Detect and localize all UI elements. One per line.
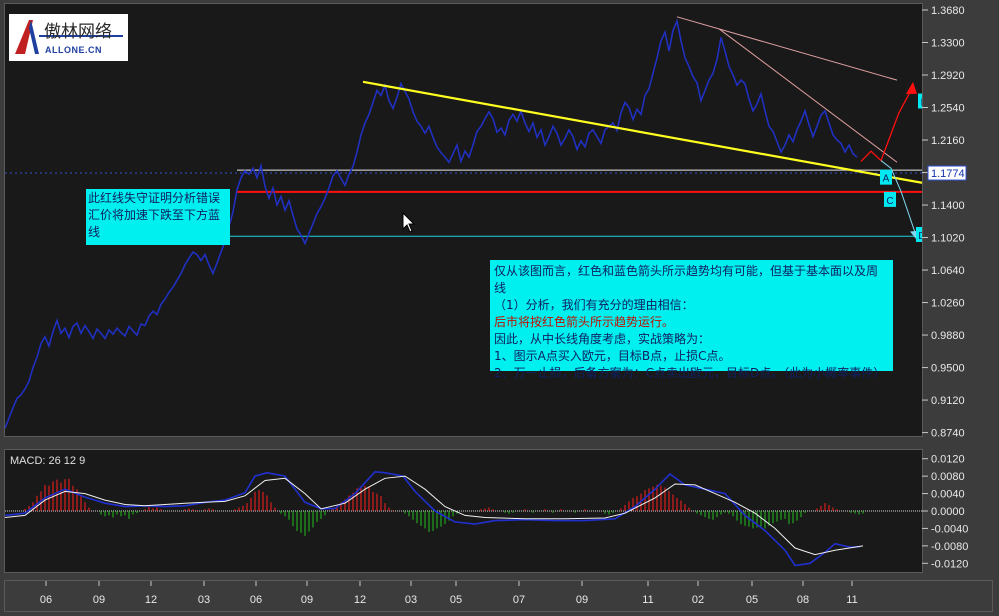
price-tick-label: 1.0640 <box>931 265 965 277</box>
macd-panel: MACD: 26 12 9 <box>4 449 923 573</box>
annotation-left-line-3: 线 <box>88 225 101 239</box>
allone-logo: 傲林网络 ALLONE.CN <box>9 14 128 61</box>
point-label-c: C <box>886 196 893 207</box>
logo-domain: ALLONE.CN <box>45 45 102 55</box>
time-tick-label: 06 <box>250 594 262 606</box>
time-tick-label: 03 <box>405 594 417 606</box>
current-price-label: 1.1774 <box>931 168 965 180</box>
annotation-left: 此红线失守证明分析错误 汇价将加速下跌至下方蓝 线 <box>86 189 230 245</box>
price-tick-label: 0.9500 <box>931 363 965 375</box>
macd-tick-label: 0.0120 <box>931 454 965 466</box>
price-tick-label: 1.3300 <box>931 37 965 49</box>
point-label-a: A <box>883 174 890 185</box>
yellow-trendline <box>362 80 922 184</box>
mouse-cursor-icon <box>402 212 416 233</box>
price-tick-label: 1.2920 <box>931 70 965 82</box>
price-tick-label: 1.1400 <box>931 200 965 212</box>
macd-tick-label: 0.0000 <box>931 506 965 518</box>
time-tick-label: 09 <box>301 594 313 606</box>
time-tick-label: 05 <box>450 594 462 606</box>
macd-tick-label: -0.0120 <box>931 558 968 570</box>
strategy-line-1: 仅从该图而言，红色和蓝色箭头所示趋势均有可能，但基于基本面以及周线 <box>494 264 879 295</box>
macd-tick-label: -0.0040 <box>931 523 968 535</box>
resistance-trendline <box>676 16 898 81</box>
price-y-axis: 1.36801.33001.29201.25401.21601.17801.14… <box>922 3 999 440</box>
price-tick-label: 0.8740 <box>931 428 965 437</box>
time-tick-label: 08 <box>797 594 809 606</box>
upper-trendline <box>718 28 898 163</box>
price-tick-label: 1.2160 <box>931 135 965 147</box>
annotation-left-line-1: 此红线失守证明分析错误 <box>88 191 221 205</box>
price-tick-label: 0.9880 <box>931 330 965 342</box>
strategy-line-5: 1、图示A点买入欧元，目标B点，止损C点。 <box>494 349 731 363</box>
macd-title: MACD: 26 12 9 <box>10 455 86 467</box>
strategy-line-6: 2、万一止损，后备方案为：C点卖出欧元，目标D点。（此为小概率事件） <box>494 366 886 380</box>
macd-y-axis: 0.0120 0.0080 0.0040 0.0000 -0.0040 -0.0080 -0… <box>922 449 999 573</box>
time-tick-label: 12 <box>145 594 157 606</box>
macd-dea-line <box>5 475 864 556</box>
strategy-line-2: （1）分析，我们有充分的理由相信： <box>494 298 694 312</box>
red-arrow-path <box>860 90 912 162</box>
price-tick-label: 1.1020 <box>931 233 965 245</box>
time-x-axis: 06 09 12 03 06 09 12 03 05 07 09 11 02 05 08 11 <box>4 580 993 612</box>
macd-tick-label: 0.0040 <box>931 489 965 501</box>
time-tick-label: 03 <box>198 594 210 606</box>
time-tick-label: 11 <box>642 594 653 606</box>
time-tick-label: 07 <box>513 594 525 606</box>
strategy-line-4: 因此，从中长线角度考虑，实战策略为： <box>494 332 711 346</box>
time-tick-label: 09 <box>576 594 588 606</box>
price-tick-label: 1.0260 <box>931 298 965 310</box>
macd-tick-label: -0.0080 <box>931 541 968 553</box>
time-tick-label: 11 <box>846 594 857 606</box>
price-tick-label: 1.3680 <box>931 5 965 17</box>
annotation-left-line-2: 汇价将加速下跌至下方蓝 <box>88 208 221 222</box>
time-tick-label: 09 <box>93 594 105 606</box>
time-tick-label: 12 <box>354 594 366 606</box>
time-tick-label: 06 <box>40 594 52 606</box>
logo-chinese-name: 傲林网络 <box>44 22 112 42</box>
price-tick-label: 1.2540 <box>931 103 965 115</box>
macd-chart <box>5 470 922 567</box>
time-tick-label: 02 <box>692 594 704 606</box>
annotation-strategy: 仅从该图而言，红色和蓝色箭头所示趋势均有可能，但基于基本面以及周线 （1）分析，… <box>490 260 893 380</box>
price-tick-label: 0.9120 <box>931 395 965 407</box>
time-tick-label: 05 <box>746 594 758 606</box>
red-arrow-head <box>906 81 917 94</box>
macd-tick-label: 0.0080 <box>931 471 965 483</box>
strategy-line-3: 后市将按红色箭头所示趋势运行。 <box>494 315 675 329</box>
